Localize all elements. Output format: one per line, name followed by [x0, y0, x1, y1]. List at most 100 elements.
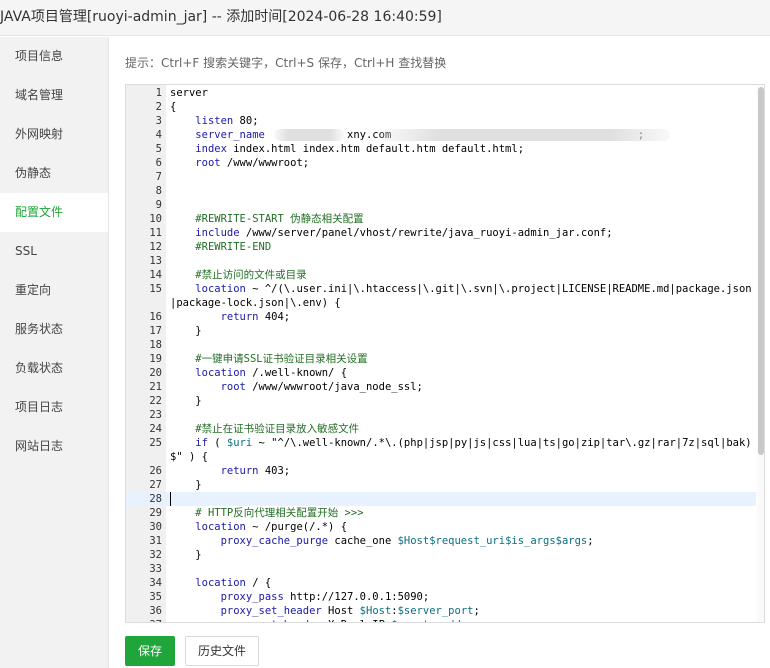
line-number: 14 [149, 269, 162, 281]
code-line[interactable]: 24 #禁止在证书验证目录放入敏感文件 [126, 422, 756, 436]
line-number: 25 [149, 437, 162, 449]
code-line[interactable]: 14 #禁止访问的文件或目录 [126, 268, 756, 282]
line-number: 7 [155, 171, 162, 183]
code-line[interactable]: 3 listen 80; [126, 114, 756, 128]
code-line[interactable]: 30 location ~ /purge(/.*) { [126, 520, 756, 534]
line-number: 6 [155, 157, 162, 169]
line-number: 18 [149, 339, 162, 351]
line-number: 37 [126, 618, 162, 622]
line-text: root /www/wwwroot; [195, 157, 310, 169]
line-number: 3 [155, 115, 162, 127]
code-line[interactable]: 4 server_name xny.com ; [126, 128, 756, 142]
code-line[interactable]: 27 } [126, 478, 756, 492]
code-line[interactable]: 34 location / { [126, 576, 756, 590]
code-line[interactable]: 26 return 403; [126, 464, 756, 478]
sidebar-item-rewrite[interactable]: 伪静态 [0, 154, 108, 193]
line-number: 19 [149, 353, 162, 365]
line-number: 10 [149, 213, 162, 225]
line-text: location ~ /purge(/.*) { [195, 521, 348, 533]
line-text: #REWRITE-END [170, 241, 272, 253]
sidebar-item-domain-management[interactable]: 域名管理 [0, 76, 108, 115]
save-button[interactable]: 保存 [125, 636, 175, 666]
line-number: 22 [149, 395, 162, 407]
line-text: root /www/wwwroot/java_node_ssl; [220, 381, 423, 393]
code-line[interactable]: 23 [126, 408, 756, 422]
editor-scrollbar-thumb[interactable] [758, 87, 764, 455]
line-number: 5 [155, 143, 162, 155]
line-text: # HTTP反向代理相关配置开始 >>> [170, 507, 364, 519]
code-line[interactable]: 1 server [126, 86, 756, 100]
code-line[interactable]: 9 [126, 198, 756, 212]
line-number: 17 [149, 325, 162, 337]
editor-scrollbar[interactable] [757, 85, 764, 622]
code-line[interactable]: 17 } [126, 324, 756, 338]
line-text: location / { [195, 577, 272, 589]
code-line[interactable]: 22 } [126, 394, 756, 408]
code-line[interactable]: 19 #一键申请SSL证书验证目录相关设置 [126, 352, 756, 366]
line-number: 26 [149, 465, 162, 477]
code-line[interactable]: 13 [126, 254, 756, 268]
code-line[interactable]: 21 root /www/wwwroot/java_node_ssl; [126, 380, 756, 394]
line-number: 15 [149, 283, 162, 295]
line-text: include /www/server/panel/vhost/rewrite/… [195, 227, 613, 239]
redacted-domain-mask [274, 129, 344, 141]
code-line[interactable]: 20 location /.well-known/ { [126, 366, 756, 380]
history-files-button[interactable]: 历史文件 [185, 636, 259, 666]
code-line[interactable]: 7 [126, 170, 756, 184]
code-line[interactable]: 25 if ( $uri ~ "^/\.well-known/.*\.(php|… [126, 436, 756, 464]
sidebar-item-redirect[interactable]: 重定向 [0, 271, 108, 310]
line-number: 11 [149, 227, 162, 239]
line-text: index index.html index.htm default.htm d… [195, 143, 525, 155]
line-text: } [170, 395, 202, 407]
sidebar-item-site-log[interactable]: 网站日志 [0, 427, 108, 466]
line-text: #禁止访问的文件或目录 [170, 269, 307, 281]
sidebar-item-ssl[interactable]: SSL [0, 232, 108, 271]
code-line[interactable]: 33 [126, 562, 756, 576]
code-line[interactable]: 18 [126, 338, 756, 352]
code-line[interactable]: 11 include /www/server/panel/vhost/rewri… [126, 226, 756, 240]
line-number: 24 [149, 423, 162, 435]
code-line[interactable]: 36 proxy_set_header Host $Host:$server_p… [126, 604, 756, 618]
code-line[interactable]: 16 return 404; [126, 310, 756, 324]
code-line[interactable]: 2{ [126, 100, 756, 114]
line-number: 8 [155, 185, 162, 197]
line-text: #禁止在证书验证目录放入敏感文件 [170, 423, 360, 435]
line-number: 13 [149, 255, 162, 267]
line-text: if ( $uri ~ "^/\.well-known/.*\.(php|jsp… [170, 437, 752, 463]
line-text: #REWRITE-START 伪静态相关配置 [170, 213, 364, 225]
config-editor[interactable]: 1 server 2{3 listen 80; 4 server_name xny.c… [125, 84, 765, 623]
code-line[interactable]: 28 [126, 492, 756, 506]
line-text: } [170, 479, 202, 491]
line-number: 27 [149, 479, 162, 491]
line-number: 30 [149, 521, 162, 533]
code-line[interactable]: 6 root /www/wwwroot; [126, 156, 756, 170]
line-number: 34 [149, 577, 162, 589]
line-text: location ~ ^/(\.user.ini|\.htaccess|\.gi… [170, 283, 752, 309]
code-area[interactable]: 1 server 2{3 listen 80; 4 server_name xny.c… [126, 86, 756, 622]
line-text: { [170, 101, 177, 113]
code-line[interactable]: 15 location ~ ^/(\.user.ini|\.htaccess|\… [126, 282, 756, 310]
line-number: 33 [149, 563, 162, 575]
code-line[interactable]: 32 } [126, 548, 756, 562]
code-line[interactable]: 35 proxy_pass http://127.0.0.1:5090; [126, 590, 756, 604]
line-number: 21 [149, 381, 162, 393]
sidebar: 项目信息 域名管理 外网映射 伪静态 配置文件 SSL 重定向 服务状态 负载状… [0, 37, 109, 668]
code-line[interactable]: 8 [126, 184, 756, 198]
code-line[interactable]: 10 #REWRITE-START 伪静态相关配置 [126, 212, 756, 226]
line-text: server [170, 87, 208, 99]
code-line[interactable]: 29 # HTTP反向代理相关配置开始 >>> [126, 506, 756, 520]
code-line[interactable]: 31 proxy_cache_purge cache_one $Host$req… [126, 534, 756, 548]
code-line[interactable]: 37 proxy_set_header X-Real-IP $remote_ad… [126, 618, 756, 622]
line-text: } [170, 549, 202, 561]
sidebar-item-project-info[interactable]: 项目信息 [0, 37, 108, 76]
code-line[interactable]: 5 index index.html index.htm default.htm… [126, 142, 756, 156]
sidebar-item-service-status[interactable]: 服务状态 [0, 310, 108, 349]
sidebar-item-project-log[interactable]: 项目日志 [0, 388, 108, 427]
line-number: 20 [149, 367, 162, 379]
code-line[interactable]: 12 #REWRITE-END [126, 240, 756, 254]
editor-hint: 提示：Ctrl+F 搜索关键字，Ctrl+S 保存，Ctrl+H 查找替换 [125, 56, 447, 70]
sidebar-item-config-file[interactable]: 配置文件 [0, 193, 108, 232]
line-text: return 403; [220, 465, 291, 477]
sidebar-item-load-status[interactable]: 负载状态 [0, 349, 108, 388]
sidebar-item-external-mapping[interactable]: 外网映射 [0, 115, 108, 154]
